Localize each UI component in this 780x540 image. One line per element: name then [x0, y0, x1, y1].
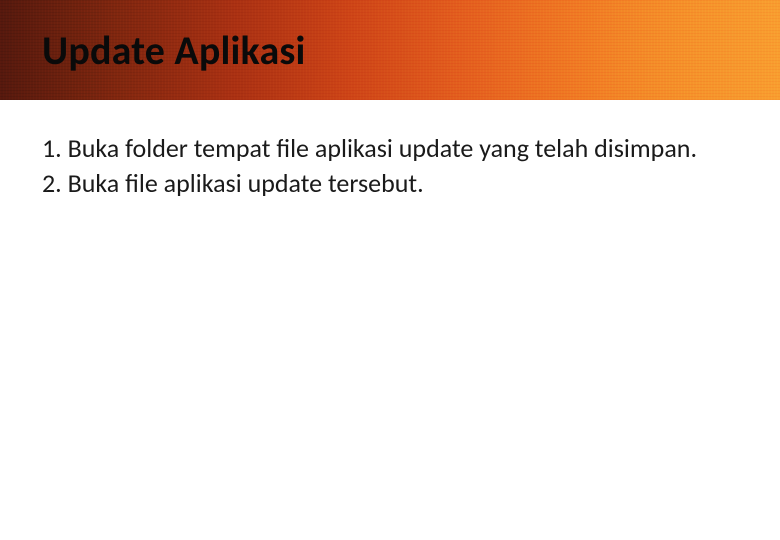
list-item: 1. Buka folder tempat file aplikasi upda… — [42, 132, 738, 165]
list-item: 2. Buka file aplikasi update tersebut. — [42, 167, 738, 200]
slide-header: Update Aplikasi — [0, 0, 780, 100]
slide-body: 1. Buka folder tempat file aplikasi upda… — [0, 100, 780, 540]
slide: Update Aplikasi 1. Buka folder tempat fi… — [0, 0, 780, 540]
slide-title: Update Aplikasi — [42, 26, 306, 75]
